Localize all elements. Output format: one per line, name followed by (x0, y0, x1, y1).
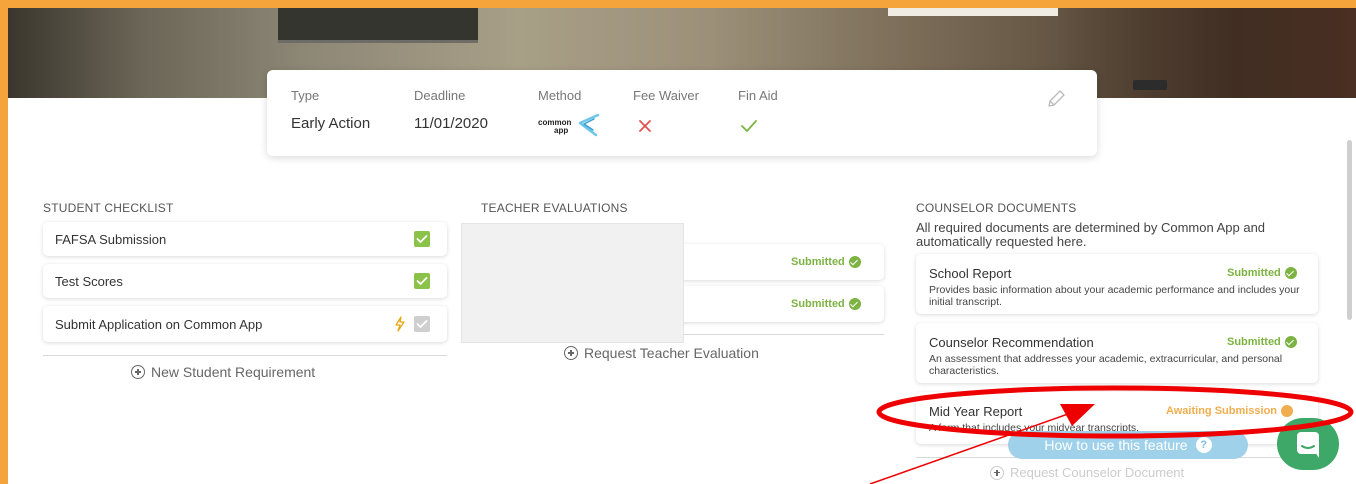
deadline-label: Deadline (414, 88, 466, 103)
deadline-column: Deadline 11/01/2020 (414, 88, 488, 132)
status-label: Submitted (1227, 267, 1281, 279)
checklist-item-fafsa[interactable]: FAFSA Submission (43, 222, 447, 256)
counselor-documents-title: COUNSELOR DOCUMENTS (916, 201, 1077, 215)
doc-description: An assessment that addresses your academ… (929, 353, 1283, 377)
how-to-use-label: How to use this feature (1044, 437, 1188, 453)
status-label: Submitted (1227, 336, 1281, 348)
pencil-icon[interactable] (1045, 88, 1067, 110)
new-student-requirement-label: New Student Requirement (151, 364, 316, 380)
status-label: Awaiting Submission (1166, 405, 1278, 417)
x-icon (639, 120, 651, 132)
request-teacher-evaluation-button[interactable]: Request Teacher Evaluation (564, 345, 759, 361)
student-checklist-title: STUDENT CHECKLIST (43, 201, 174, 215)
hero-highlight (888, 8, 1058, 16)
hero-lamp (1133, 80, 1167, 90)
deadline-value: 11/01/2020 (414, 115, 488, 132)
checkbox-checked-icon[interactable] (414, 231, 430, 247)
new-student-requirement-button[interactable]: New Student Requirement (131, 364, 315, 380)
doc-title: Counselor Recommendation (929, 335, 1094, 350)
status-badge: Submitted (1227, 336, 1297, 348)
chat-launcher-button[interactable] (1277, 418, 1339, 470)
fin-aid-column: Fin Aid (738, 88, 778, 133)
plus-circle-icon (990, 465, 1004, 480)
status-badge: Submitted (791, 256, 861, 268)
teacher-divider (684, 334, 884, 335)
method-label: Method (538, 88, 582, 103)
plus-circle-icon (131, 365, 145, 379)
doc-title: School Report (929, 266, 1012, 281)
fee-waiver-column: Fee Waiver (633, 88, 699, 133)
check-circle-icon (1284, 336, 1297, 348)
teacher-evaluations-title: TEACHER EVALUATIONS (481, 201, 628, 215)
checkbox-checked-icon[interactable] (414, 273, 430, 289)
common-app-logo-bottom: app (554, 126, 569, 135)
status-badge: Submitted (1227, 267, 1297, 279)
how-to-use-button[interactable]: How to use this feature ? (1008, 431, 1248, 459)
clock-circle-icon (1281, 405, 1294, 417)
hero-shadow (1056, 8, 1356, 98)
teacher-evaluation-placeholder (461, 223, 684, 343)
counselor-doc-recommendation[interactable]: Counselor Recommendation Submitted An as… (916, 323, 1318, 383)
status-badge: Submitted (791, 298, 861, 310)
common-app-swoosh-icon (578, 113, 600, 137)
application-info-card: Type Early Action Deadline 11/01/2020 Me… (267, 70, 1097, 156)
check-circle-icon (1284, 267, 1297, 279)
fee-waiver-label: Fee Waiver (633, 88, 699, 103)
page-scrollbar[interactable] (1347, 140, 1352, 320)
checklist-item-label: Submit Application on Common App (55, 317, 263, 332)
type-label: Type (291, 88, 320, 103)
fin-aid-label: Fin Aid (738, 88, 778, 103)
check-icon (741, 120, 757, 132)
plus-circle-icon (564, 346, 578, 360)
type-column: Type Early Action (291, 88, 370, 132)
counselor-doc-school-report[interactable]: School Report Submitted Provides basic i… (916, 254, 1318, 314)
checklist-item-label: Test Scores (55, 274, 123, 289)
checklist-item-test-scores[interactable]: Test Scores (43, 264, 447, 298)
doc-title: Mid Year Report (929, 404, 1023, 419)
check-circle-icon (848, 256, 861, 268)
status-badge: Awaiting Submission (1166, 405, 1294, 417)
counselor-documents-description: All required documents are determined by… (916, 220, 1266, 249)
check-circle-icon (848, 298, 861, 310)
checklist-item-submit-application[interactable]: Submit Application on Common App (43, 306, 447, 342)
common-app-logo: common app (538, 113, 602, 139)
type-value: Early Action (291, 115, 371, 132)
left-accent-bar (0, 0, 8, 484)
request-counselor-document-button[interactable]: Request Counselor Document (990, 465, 1184, 480)
hero-window (278, 8, 478, 43)
doc-description: Provides basic information about your ac… (929, 284, 1300, 308)
request-teacher-evaluation-label: Request Teacher Evaluation (584, 345, 759, 361)
lightning-icon (393, 316, 407, 332)
left-notch (8, 165, 14, 205)
checklist-divider (43, 355, 447, 356)
status-label: Submitted (791, 256, 845, 268)
request-counselor-document-label: Request Counselor Document (1010, 465, 1185, 480)
question-icon: ? (1195, 437, 1212, 453)
top-accent-bar (0, 0, 1356, 8)
method-column: Method common app (538, 88, 602, 139)
status-label: Submitted (791, 298, 845, 310)
checklist-item-label: FAFSA Submission (55, 232, 167, 247)
chat-icon (1297, 432, 1319, 458)
checkbox-grey-checked-icon[interactable] (414, 316, 430, 332)
